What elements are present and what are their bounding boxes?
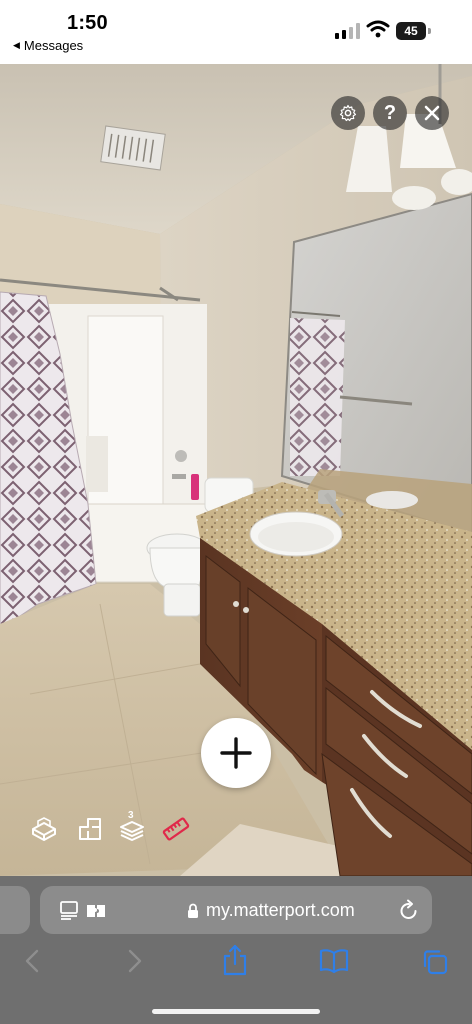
floorplan-icon[interactable]	[76, 815, 104, 843]
dollhouse-icon[interactable]	[30, 815, 58, 843]
address-bar[interactable]: my.matterport.com	[40, 886, 432, 934]
gear-icon	[339, 104, 357, 122]
reader-mode-icon[interactable]	[59, 900, 79, 920]
forward-icon[interactable]	[126, 948, 144, 974]
floors-count-badge: 3	[128, 810, 134, 821]
home-indicator	[152, 1009, 320, 1014]
browser-toolbar: my.matterport.com	[0, 876, 472, 1024]
back-triangle-icon: ◀	[13, 40, 20, 50]
clock: 1:50	[67, 12, 108, 34]
tour-viewport[interactable]: ? 3	[0, 64, 472, 876]
extension-icon[interactable]	[86, 903, 106, 919]
lock-icon	[188, 903, 198, 918]
url-text: my.matterport.com	[206, 900, 355, 920]
back-icon[interactable]	[23, 948, 41, 974]
bookmarks-icon[interactable]	[319, 948, 349, 974]
help-button[interactable]: ?	[373, 96, 407, 130]
battery-indicator: 45	[396, 22, 432, 40]
back-app-label: Messages	[23, 38, 84, 53]
back-to-messages-link[interactable]: ◀ Messages	[13, 38, 83, 53]
help-label: ?	[383, 101, 397, 124]
settings-button[interactable]	[331, 96, 365, 130]
ruler-icon[interactable]	[162, 815, 190, 843]
battery-level: 45	[396, 22, 426, 40]
plus-icon	[220, 737, 252, 769]
tabs-icon[interactable]	[421, 948, 449, 976]
wifi-icon	[366, 20, 390, 38]
add-button[interactable]	[201, 718, 271, 788]
previous-tab-peek[interactable]	[0, 886, 30, 934]
close-button[interactable]	[415, 96, 449, 130]
reload-icon[interactable]	[399, 899, 419, 921]
status-bar: 1:50 ◀ Messages 45	[0, 0, 472, 64]
cellular-signal-icon	[335, 23, 360, 39]
share-icon[interactable]	[222, 944, 248, 976]
battery-nub	[428, 28, 431, 34]
close-icon	[424, 105, 440, 121]
